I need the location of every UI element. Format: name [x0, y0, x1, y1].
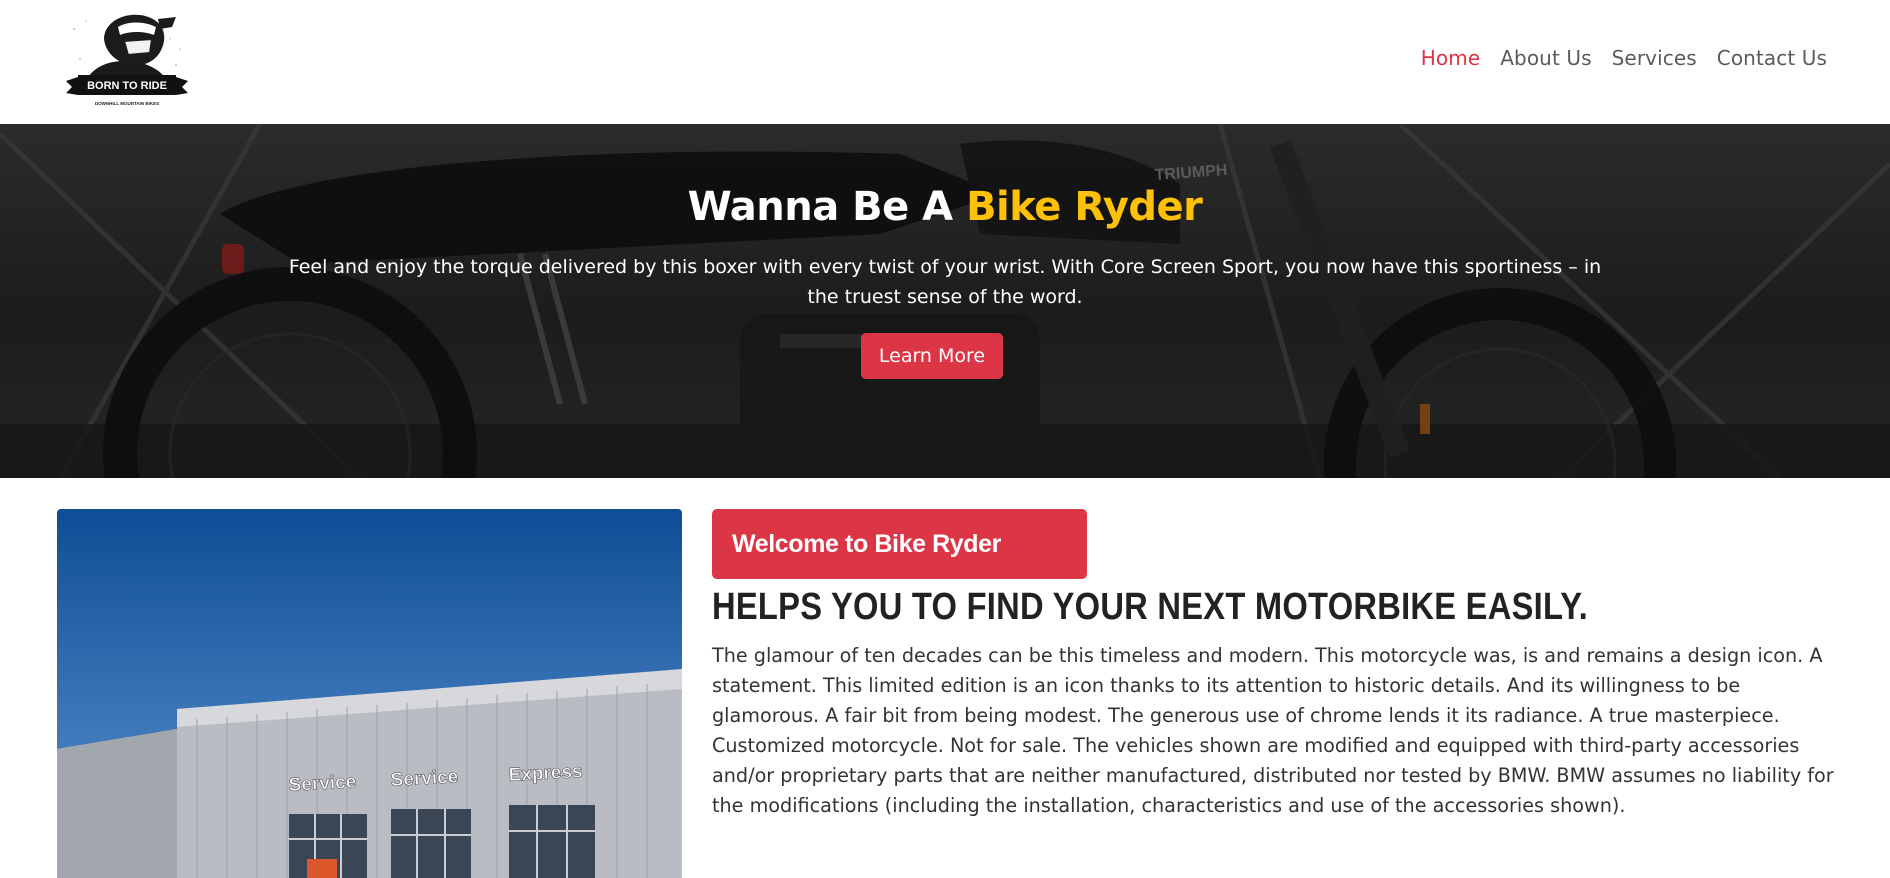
hero-banner: TRIUMPH Wanna Be A Bike Ryder Feel and e… [0, 124, 1890, 478]
about-paragraph: The glamour of ten decades can be this t… [712, 644, 1834, 817]
rider-helmet-logo-icon: BORN TO RIDE DOWNHILL MOUNTAIN BIKES [66, 14, 188, 106]
nav-about-link[interactable]: About Us [1500, 46, 1591, 70]
dealership-building-image: Service Service Express [57, 509, 682, 878]
hero-title: Wanna Be A Bike Ryder [0, 184, 1890, 230]
hero-title-prefix: Wanna Be A [687, 184, 967, 230]
site-logo[interactable]: BORN TO RIDE DOWNHILL MOUNTAIN BIKES [66, 9, 188, 113]
logo-subtext: DOWNHILL MOUNTAIN BIKES [95, 101, 159, 106]
hero-content: Wanna Be A Bike Ryder Feel and enjoy the… [0, 124, 1890, 478]
nav-contact-link[interactable]: Contact Us [1717, 46, 1827, 70]
sign-text-3: Express [508, 761, 583, 786]
dealership-photo: Service Service Express [57, 509, 682, 878]
nav-home-link[interactable]: Home [1421, 46, 1480, 70]
welcome-badge: Welcome to Bike Ryder [712, 509, 1087, 579]
hero-title-highlight: Bike Ryder [966, 184, 1203, 230]
logo-text: BORN TO RIDE [87, 80, 167, 92]
sign-text-2: Service [390, 766, 459, 791]
main-nav: Home About Us Services Contact Us [1421, 46, 1827, 70]
section-headline: HELPS YOU TO FIND YOUR NEXT MOTORBIKE EA… [712, 586, 1588, 628]
learn-more-button[interactable]: Learn More [861, 333, 1003, 379]
hero-description: Feel and enjoy the torque delivered by t… [288, 256, 1602, 308]
site-header: BORN TO RIDE DOWNHILL MOUNTAIN BIKES Hom… [0, 0, 1890, 124]
nav-services-link[interactable]: Services [1612, 46, 1697, 70]
sign-text-1: Service [288, 771, 357, 796]
